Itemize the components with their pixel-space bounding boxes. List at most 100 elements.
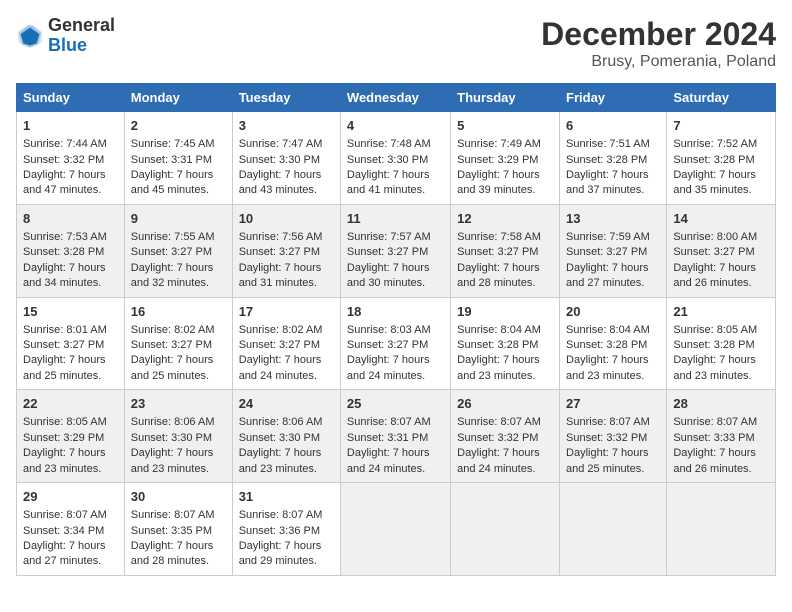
sunset-label: Sunset: 3:31 PM (347, 432, 428, 444)
sunrise-label: Sunrise: 8:07 AM (239, 509, 323, 521)
sunset-label: Sunset: 3:27 PM (566, 246, 647, 258)
daylight-label: Daylight: 7 hours and 47 minutes. (23, 169, 106, 196)
daylight-label: Daylight: 7 hours and 23 minutes. (566, 354, 649, 381)
header-thursday: Thursday (451, 84, 560, 112)
sunset-label: Sunset: 3:27 PM (347, 246, 428, 258)
sunrise-label: Sunrise: 7:55 AM (131, 231, 215, 243)
day-number: 19 (457, 303, 553, 321)
sunrise-label: Sunrise: 7:48 AM (347, 138, 431, 150)
calendar-cell: 8Sunrise: 7:53 AMSunset: 3:28 PMDaylight… (17, 204, 125, 297)
calendar-cell: 25Sunrise: 8:07 AMSunset: 3:31 PMDayligh… (340, 390, 450, 483)
sunset-label: Sunset: 3:29 PM (457, 154, 538, 166)
sunrise-label: Sunrise: 8:00 AM (673, 231, 757, 243)
daylight-label: Daylight: 7 hours and 31 minutes. (239, 262, 322, 289)
calendar-cell (451, 483, 560, 576)
day-number: 6 (566, 117, 660, 135)
day-number: 22 (23, 395, 118, 413)
header-sunday: Sunday (17, 84, 125, 112)
sunset-label: Sunset: 3:28 PM (673, 339, 754, 351)
calendar-cell: 15Sunrise: 8:01 AMSunset: 3:27 PMDayligh… (17, 297, 125, 390)
calendar-cell: 27 Sunrise: 8:07 AM Sunset: 3:32 PM Dayligh… (560, 390, 667, 483)
daylight-label: Daylight: 7 hours and 24 minutes. (457, 447, 540, 474)
sunrise-label: Sunrise: 8:07 AM (673, 416, 757, 428)
sunrise-label: Sunrise: 8:03 AM (347, 324, 431, 336)
title-block: December 2024 Brusy, Pomerania, Poland (541, 16, 776, 71)
logo: General Blue (16, 16, 115, 56)
sunset-label: Sunset: 3:27 PM (239, 339, 320, 351)
day-number: 7 (673, 117, 769, 135)
sunset-label: Sunset: 3:28 PM (566, 339, 647, 351)
day-number: 24 (239, 395, 334, 413)
sunset-label: Sunset: 3:31 PM (131, 154, 212, 166)
day-number: 5 (457, 117, 553, 135)
daylight-label: Daylight: 7 hours and 24 minutes. (347, 354, 430, 381)
sunrise-label: Sunrise: 8:07 AM (457, 416, 541, 428)
daylight-label: Daylight: 7 hours and 23 minutes. (131, 447, 214, 474)
calendar-table: Sunday Monday Tuesday Wednesday Thursday… (16, 83, 776, 576)
logo-icon (16, 22, 44, 50)
day-number: 28 (673, 395, 769, 413)
sunset-label: Sunset: 3:27 PM (673, 246, 754, 258)
calendar-cell (560, 483, 667, 576)
sunset-label: Sunset: 3:27 PM (131, 246, 212, 258)
sunrise-label: Sunrise: 7:59 AM (566, 231, 650, 243)
calendar-cell: 5Sunrise: 7:49 AMSunset: 3:29 PMDaylight… (451, 112, 560, 205)
day-number: 2 (131, 117, 226, 135)
day-number: 17 (239, 303, 334, 321)
calendar-row: 1Sunrise: 7:44 AMSunset: 3:32 PMDaylight… (17, 112, 776, 205)
sunrise-label: Sunrise: 7:45 AM (131, 138, 215, 150)
header-wednesday: Wednesday (340, 84, 450, 112)
day-number: 27 (566, 395, 660, 413)
sunrise-label: Sunrise: 7:57 AM (347, 231, 431, 243)
sunset-label: Sunset: 3:33 PM (673, 432, 754, 444)
daylight-label: Daylight: 7 hours and 39 minutes. (457, 169, 540, 196)
daylight-label: Daylight: 7 hours and 26 minutes. (673, 262, 756, 289)
header-tuesday: Tuesday (232, 84, 340, 112)
day-number: 20 (566, 303, 660, 321)
daylight-label: Daylight: 7 hours and 27 minutes. (23, 540, 106, 567)
day-number: 9 (131, 210, 226, 228)
daylight-label: Daylight: 7 hours and 43 minutes. (239, 169, 322, 196)
sunrise-label: Sunrise: 7:58 AM (457, 231, 541, 243)
header-saturday: Saturday (667, 84, 776, 112)
calendar-cell: 18Sunrise: 8:03 AMSunset: 3:27 PMDayligh… (340, 297, 450, 390)
day-number: 4 (347, 117, 444, 135)
day-number: 15 (23, 303, 118, 321)
header-friday: Friday (560, 84, 667, 112)
calendar-cell: 19Sunrise: 8:04 AMSunset: 3:28 PMDayligh… (451, 297, 560, 390)
daylight-label: Daylight: 7 hours and 24 minutes. (347, 447, 430, 474)
calendar-cell: 16Sunrise: 8:02 AMSunset: 3:27 PMDayligh… (124, 297, 232, 390)
sunset-label: Sunset: 3:32 PM (566, 432, 647, 444)
sunset-label: Sunset: 3:34 PM (23, 525, 104, 537)
sunset-label: Sunset: 3:29 PM (23, 432, 104, 444)
sunset-label: Sunset: 3:28 PM (23, 246, 104, 258)
daylight-label: Daylight: 7 hours and 25 minutes. (566, 447, 649, 474)
sunrise-label: Sunrise: 8:02 AM (131, 324, 215, 336)
calendar-cell: 31Sunrise: 8:07 AMSunset: 3:36 PMDayligh… (232, 483, 340, 576)
day-number: 18 (347, 303, 444, 321)
day-number: 26 (457, 395, 553, 413)
day-number: 21 (673, 303, 769, 321)
sunset-label: Sunset: 3:28 PM (673, 154, 754, 166)
daylight-label: Daylight: 7 hours and 23 minutes. (23, 447, 106, 474)
calendar-cell: 4Sunrise: 7:48 AMSunset: 3:30 PMDaylight… (340, 112, 450, 205)
day-number: 30 (131, 488, 226, 506)
daylight-label: Daylight: 7 hours and 30 minutes. (347, 262, 430, 289)
day-number: 1 (23, 117, 118, 135)
sunrise-label: Sunrise: 8:07 AM (566, 416, 650, 428)
logo-text: General Blue (48, 16, 115, 56)
sunrise-label: Sunrise: 8:07 AM (131, 509, 215, 521)
sunset-label: Sunset: 3:28 PM (457, 339, 538, 351)
calendar-cell: 12Sunrise: 7:58 AMSunset: 3:27 PMDayligh… (451, 204, 560, 297)
calendar-cell: 10Sunrise: 7:56 AMSunset: 3:27 PMDayligh… (232, 204, 340, 297)
sunrise-label: Sunrise: 8:07 AM (347, 416, 431, 428)
days-header-row: Sunday Monday Tuesday Wednesday Thursday… (17, 84, 776, 112)
month-title: December 2024 (541, 16, 776, 53)
sunrise-label: Sunrise: 7:51 AM (566, 138, 650, 150)
daylight-label: Daylight: 7 hours and 32 minutes. (131, 262, 214, 289)
sunrise-label: Sunrise: 7:53 AM (23, 231, 107, 243)
calendar-cell: 29Sunrise: 8:07 AMSunset: 3:34 PMDayligh… (17, 483, 125, 576)
day-number: 23 (131, 395, 226, 413)
sunset-label: Sunset: 3:30 PM (347, 154, 428, 166)
calendar-row: 15Sunrise: 8:01 AMSunset: 3:27 PMDayligh… (17, 297, 776, 390)
